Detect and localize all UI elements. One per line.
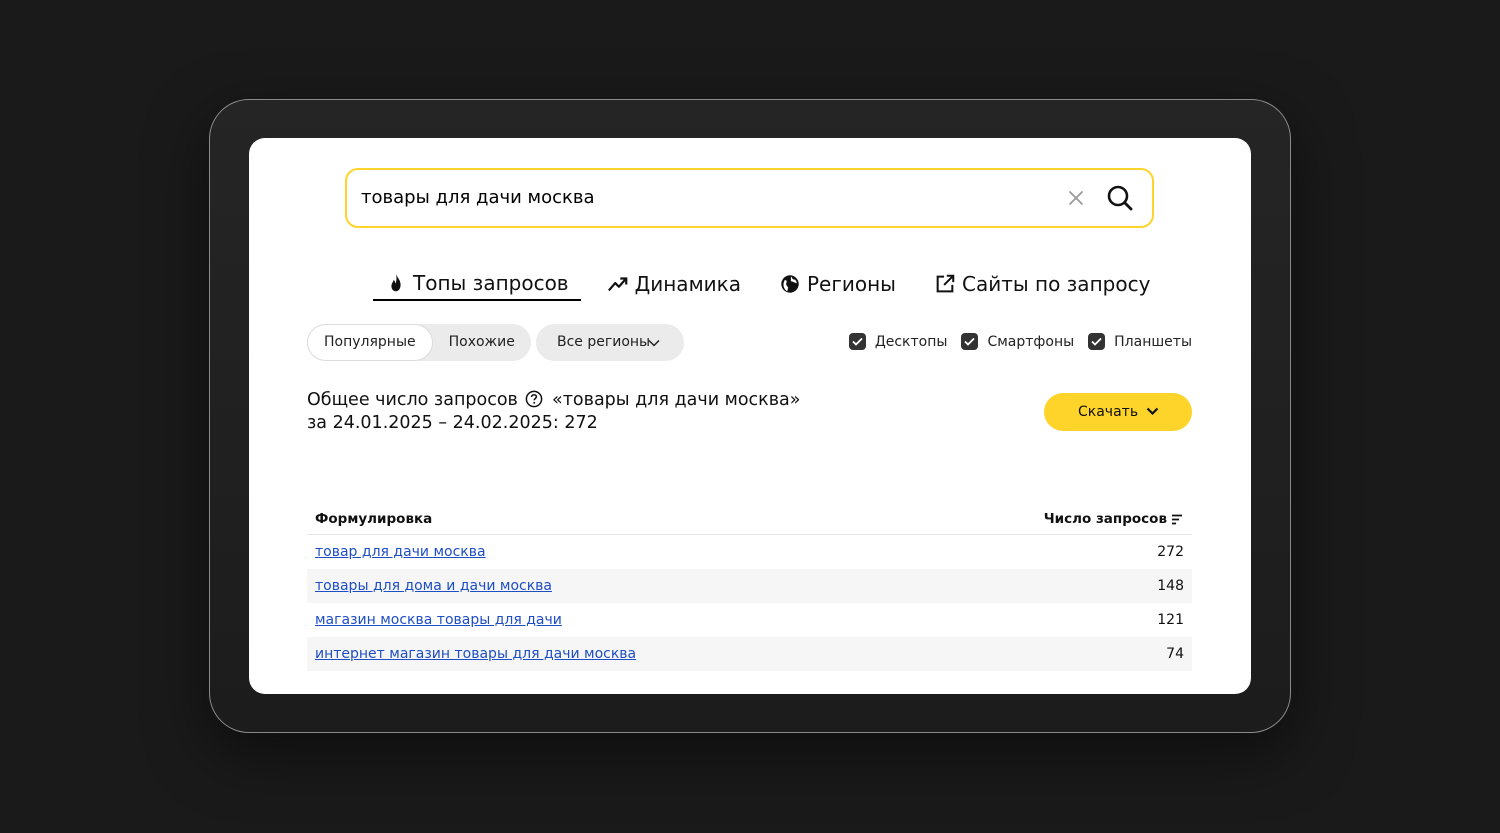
query-link[interactable]: товары для дома и дачи москва (315, 578, 552, 594)
table-row: интернет магазин товары для дачи москва … (307, 637, 1192, 671)
checkbox-checked-icon (848, 333, 866, 350)
tab-label: Регионы (807, 271, 896, 296)
region-label: Все регионы (557, 334, 651, 350)
query-count: 148 (1157, 578, 1184, 594)
download-button[interactable]: Скачать (1044, 393, 1192, 431)
tab-bar: Топы запросов Динамика Регионы Сайты по … (373, 271, 1176, 301)
close-icon[interactable] (1066, 188, 1086, 208)
queries-table: Формулировка Число запросов товар для да… (307, 504, 1192, 671)
table-row: магазин москва товары для дачи 121 (307, 603, 1192, 637)
query-link[interactable]: магазин москва товары для дачи (315, 612, 562, 628)
chevron-down-icon (648, 339, 660, 347)
tab-dynamics[interactable]: Динамика (595, 271, 753, 301)
checkbox-smartphones[interactable]: Смартфоны (961, 333, 1074, 350)
app-screen: Топы запросов Динамика Регионы Сайты по … (249, 138, 1251, 694)
external-link-icon (936, 274, 955, 292)
segment-popular[interactable]: Популярные (307, 324, 433, 361)
summary-prefix: Общее число запросов (307, 390, 518, 410)
query-type-switch: Популярные Похожие (307, 324, 531, 361)
table-header: Формулировка Число запросов (307, 504, 1192, 535)
checkbox-checked-icon (961, 333, 979, 350)
table-row: товар для дачи москва 272 (307, 535, 1192, 569)
query-link[interactable]: интернет магазин товары для дачи москва (315, 646, 636, 662)
checkbox-label: Смартфоны (987, 333, 1075, 350)
table-row: товары для дома и дачи москва 148 (307, 569, 1192, 603)
query-count: 272 (1157, 544, 1184, 560)
tab-label: Динамика (634, 271, 741, 296)
checkbox-label: Планшеты (1114, 333, 1192, 350)
summary-line-2: за 24.01.2025 – 24.02.2025: 272 (307, 413, 598, 433)
search-input[interactable] (361, 170, 1041, 225)
globe-icon (781, 274, 799, 293)
query-link[interactable]: товар для дачи москва (315, 544, 486, 560)
question-icon[interactable] (525, 390, 543, 408)
region-dropdown[interactable]: Все регионы (536, 324, 684, 361)
tab-label: Сайты по запросу (961, 271, 1151, 296)
search-bar (345, 168, 1154, 228)
checkbox-checked-icon (1088, 333, 1106, 350)
device-filters: Десктопы Смартфоны Планшеты (848, 333, 1192, 350)
checkbox-tablets[interactable]: Планшеты (1088, 333, 1192, 350)
trend-up-icon (607, 276, 627, 291)
fire-icon (391, 273, 401, 291)
tab-sites[interactable]: Сайты по запросу (922, 271, 1162, 301)
download-label: Скачать (1078, 404, 1139, 420)
search-icon[interactable] (1106, 184, 1134, 212)
tab-label: Топы запросов (413, 270, 569, 295)
column-header-count[interactable]: Число запросов (1044, 511, 1183, 527)
summary-line-1: Общее число запросов «товары для дачи мо… (307, 389, 800, 412)
chevron-down-icon (1146, 407, 1159, 416)
query-count: 121 (1157, 612, 1184, 628)
tab-top-queries[interactable]: Топы запросов (373, 271, 581, 301)
column-header-count-label: Число запросов (1043, 511, 1167, 527)
checkbox-label: Десктопы (874, 333, 948, 350)
checkbox-desktops[interactable]: Десктопы (848, 333, 948, 350)
query-count: 74 (1166, 646, 1184, 662)
summary-query: «товары для дачи москва» (552, 390, 801, 410)
segment-similar[interactable]: Похожие (433, 324, 531, 361)
query-summary: Общее число запросов «товары для дачи мо… (307, 389, 800, 435)
column-header-phrase: Формулировка (315, 511, 433, 527)
tab-regions[interactable]: Регионы (767, 271, 908, 301)
sort-icon (1172, 514, 1182, 524)
